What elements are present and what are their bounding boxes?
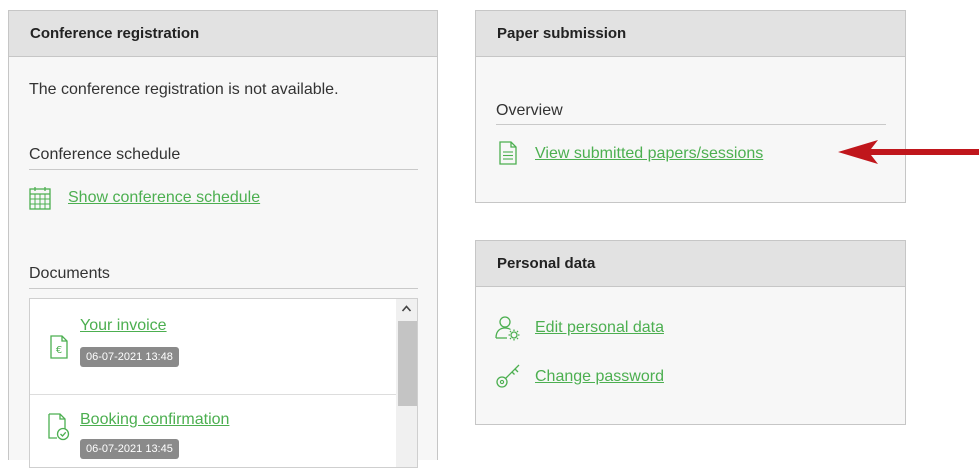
documents-divider: [29, 288, 418, 289]
invoice-icon: €: [50, 335, 68, 359]
conference-schedule-title: Conference schedule: [29, 146, 181, 163]
document-item-invoice[interactable]: € Your invoice 06-07-2021 13:48: [30, 299, 396, 378]
conference-registration-header: Conference registration: [9, 11, 437, 57]
paper-submission-header: Paper submission: [476, 11, 905, 57]
registration-not-available-text: The conference registration is not avail…: [29, 81, 339, 98]
document-icon: [499, 141, 517, 165]
overview-divider: [496, 124, 886, 125]
documents-list[interactable]: € Your invoice 06-07-2021 13:48 Booking …: [29, 298, 418, 468]
personal-data-panel: Personal data Edit personal data Change …: [475, 240, 906, 425]
conference-registration-panel: Conference registration The conference r…: [8, 10, 438, 468]
document-link-booking-confirmation[interactable]: Booking confirmation: [80, 411, 229, 429]
documents-scrollbar[interactable]: [396, 299, 417, 467]
documents-title: Documents: [29, 265, 110, 282]
calendar-icon: [29, 187, 51, 210]
paper-submission-panel: Paper submission Overview View submitted…: [475, 10, 906, 203]
document-item-booking-confirmation[interactable]: Booking confirmation 06-07-2021 13:45: [30, 395, 396, 467]
svg-text:€: €: [56, 345, 62, 356]
edit-personal-data-link[interactable]: Edit personal data: [535, 319, 664, 337]
schedule-divider: [29, 169, 418, 170]
user-settings-icon: [495, 316, 520, 341]
confirmation-icon: [48, 413, 70, 441]
change-password-link[interactable]: Change password: [535, 368, 664, 386]
scrollbar-thumb[interactable]: [398, 321, 417, 406]
show-conference-schedule-link[interactable]: Show conference schedule: [68, 189, 260, 207]
document-timestamp-badge: 06-07-2021 13:45: [80, 439, 179, 459]
document-link-invoice[interactable]: Your invoice: [80, 317, 167, 335]
view-submitted-papers-link[interactable]: View submitted papers/sessions: [535, 145, 763, 163]
scroll-up-arrow-icon[interactable]: [396, 299, 417, 317]
overview-title: Overview: [496, 102, 563, 119]
personal-data-header: Personal data: [476, 241, 905, 287]
red-pointer-arrow-icon: [838, 140, 979, 164]
document-timestamp-badge: 06-07-2021 13:48: [80, 347, 179, 367]
key-icon: [496, 364, 520, 388]
